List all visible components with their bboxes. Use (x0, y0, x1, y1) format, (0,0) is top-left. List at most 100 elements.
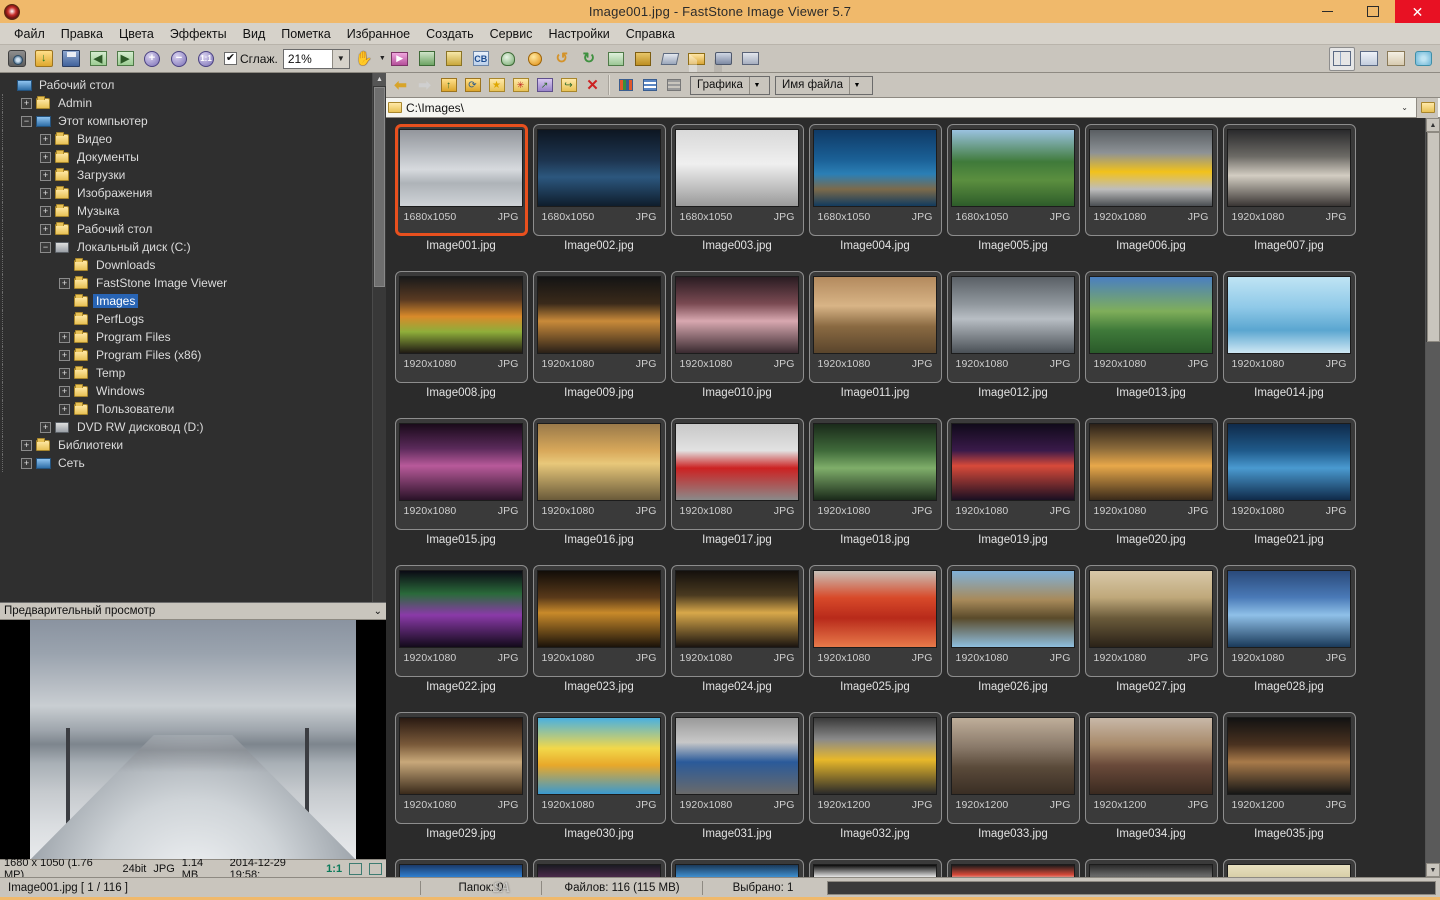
tree-expand-icon[interactable]: + (59, 367, 70, 379)
forward-button[interactable]: ➡ (413, 75, 436, 96)
thumbnail[interactable]: 1920x1080 JPG (946, 418, 1080, 530)
tree-node[interactable]: + DVD RW дисковод (D:) (2, 418, 372, 436)
thumbnail[interactable]: 1920x1200 JPG (808, 712, 942, 824)
smoothing-checkbox[interactable]: ✔ (224, 52, 237, 65)
thumbnail[interactable] (670, 859, 804, 877)
thumbnail[interactable]: 1920x1080 JPG (1222, 565, 1356, 677)
thumbnail-cell[interactable]: 1920x1080 JPG Image021.jpg (1220, 418, 1358, 565)
thumbnail[interactable]: 1920x1080 JPG (532, 712, 666, 824)
resize-canvas-button[interactable] (630, 47, 656, 71)
pan-hand-button[interactable]: ✋ (351, 47, 377, 71)
tree-node[interactable]: + Библиотеки (2, 436, 372, 454)
thumbnail[interactable]: 1920x1080 JPG (808, 418, 942, 530)
menu-help[interactable]: Справка (618, 25, 683, 43)
tree-node[interactable]: + Сеть (2, 454, 372, 472)
tree-expand-icon[interactable]: + (40, 169, 51, 181)
tree-collapse-icon[interactable]: − (40, 241, 51, 253)
tree-node[interactable]: + Windows (2, 382, 372, 400)
address-path[interactable]: C:\Images\ (406, 101, 1393, 115)
thumbnail[interactable]: 1920x1080 JPG (946, 271, 1080, 383)
tree-expand-icon[interactable]: + (59, 385, 70, 397)
tree-node[interactable]: + Temp (2, 364, 372, 382)
tree-node[interactable]: + Пользователи (2, 400, 372, 418)
tree-expand-icon[interactable]: + (59, 403, 70, 415)
thumbnail-cell-partial[interactable] (668, 859, 806, 877)
fit-to-window-icon[interactable] (349, 862, 363, 875)
thumbnail-cell-partial[interactable] (392, 859, 530, 877)
address-dropdown-caret[interactable]: ⌄ (1397, 103, 1412, 112)
thumbnail[interactable]: 1920x1080 JPG (670, 271, 804, 383)
tree-expand-icon[interactable]: + (59, 277, 70, 289)
tree-expand-icon[interactable]: + (59, 331, 70, 343)
tree-expand-icon[interactable]: + (59, 349, 70, 361)
thumbnail-cell[interactable]: 1920x1080 JPG Image012.jpg (944, 271, 1082, 418)
thumbnail-cell-partial[interactable] (806, 859, 944, 877)
menu-view[interactable]: Вид (235, 25, 274, 43)
tree-expand-icon[interactable]: + (40, 133, 51, 145)
thumbnail[interactable]: 1920x1080 JPG (1084, 418, 1218, 530)
thumbnail-cell[interactable]: 1920x1080 JPG Image017.jpg (668, 418, 806, 565)
thumbnail-cell[interactable]: 1920x1080 JPG Image015.jpg (392, 418, 530, 565)
thumbnail-cell[interactable]: 1920x1080 JPG Image019.jpg (944, 418, 1082, 565)
tree-node[interactable]: + Загрузки (2, 166, 372, 184)
thumbnail[interactable]: 1920x1080 JPG (808, 565, 942, 677)
thumbnail-cell[interactable]: 1920x1080 JPG Image008.jpg (392, 271, 530, 418)
preview-image-area[interactable] (0, 620, 386, 859)
tree-scrollbar[interactable]: ▲ (372, 73, 386, 602)
thumbnail-cell[interactable]: 1920x1080 JPG Image026.jpg (944, 565, 1082, 712)
thumbnail-cell[interactable]: 1920x1080 JPG Image020.jpg (1082, 418, 1220, 565)
thumbnail-scroll-down[interactable]: ▼ (1426, 863, 1440, 877)
thumbnail-view-button[interactable] (1329, 46, 1355, 71)
thumbnail[interactable] (946, 859, 1080, 877)
menu-favorites[interactable]: Избранное (339, 25, 418, 43)
thumbnail[interactable]: 1920x1080 JPG (394, 271, 528, 383)
sort-order-caret[interactable]: ▼ (848, 76, 864, 94)
thumbnail[interactable]: 1680x1050 JPG (946, 124, 1080, 236)
thumbnails-mode-button[interactable] (614, 75, 637, 96)
thumbnail-cell[interactable]: 1920x1080 JPG Image013.jpg (1082, 271, 1220, 418)
thumbnail-cell[interactable]: 1920x1200 JPG Image032.jpg (806, 712, 944, 859)
new-folder-button[interactable]: ✳ (509, 75, 532, 96)
tree-expand-icon[interactable]: + (21, 439, 32, 451)
thumbnail[interactable]: 1680x1050 JPG (532, 124, 666, 236)
thumbnail-cell[interactable]: 1920x1080 JPG Image031.jpg (668, 712, 806, 859)
thumbnail[interactable]: 1920x1080 JPG (1222, 124, 1356, 236)
thumbnail-cell[interactable]: 1920x1080 JPG Image016.jpg (530, 418, 668, 565)
up-level-button[interactable]: ↑ (437, 75, 460, 96)
tree-expand-icon[interactable]: + (40, 223, 51, 235)
zoom-in-button[interactable]: + (139, 47, 165, 71)
close-button[interactable]: ✕ (1395, 0, 1440, 23)
cut-button[interactable]: ↗ (533, 75, 556, 96)
thumbnail-cell[interactable]: 1920x1080 JPG Image006.jpg (1082, 124, 1220, 271)
menu-settings[interactable]: Настройки (540, 25, 617, 43)
file-filter-combo[interactable]: Графика ▼ (690, 75, 770, 95)
thumbnail[interactable]: 1920x1080 JPG (1222, 271, 1356, 383)
thumbnail-cell[interactable]: 1680x1050 JPG Image005.jpg (944, 124, 1082, 271)
thumbnail[interactable]: 1920x1080 JPG (670, 712, 804, 824)
tree-node[interactable]: − Локальный диск (C:) (2, 238, 372, 256)
thumbnail-scrollbar[interactable]: ▲ ▼ (1425, 118, 1440, 877)
paste-button[interactable]: ↪ (557, 75, 580, 96)
open-folder-button[interactable] (31, 47, 57, 71)
folder-tree[interactable]: Рабочий стол + Admin − Этот компьютер + Видео +… (0, 73, 372, 602)
preview-view-button[interactable] (1383, 47, 1409, 71)
thumbnail-cell-partial[interactable] (530, 859, 668, 877)
thumbnail-cell[interactable]: 1680x1050 JPG Image003.jpg (668, 124, 806, 271)
thumbnail-cell[interactable]: 1920x1080 JPG Image027.jpg (1082, 565, 1220, 712)
thumbnail[interactable]: 1680x1050 JPG (808, 124, 942, 236)
print-button[interactable] (711, 47, 737, 71)
tree-node[interactable]: + Изображения (2, 184, 372, 202)
tree-node[interactable]: + FastStone Image Viewer (2, 274, 372, 292)
zoom-out-button[interactable]: − (166, 47, 192, 71)
thumbnail[interactable]: 1920x1080 JPG (1222, 418, 1356, 530)
thumbnail[interactable] (394, 859, 528, 877)
thumbnail-cell-partial[interactable] (1220, 859, 1358, 877)
flip-mirror-button[interactable] (603, 47, 629, 71)
delete-button[interactable]: ✕ (581, 75, 604, 96)
thumbnail[interactable] (532, 859, 666, 877)
crop-board-button[interactable] (441, 47, 467, 71)
thumbnail-cell-partial[interactable] (944, 859, 1082, 877)
color-balance-button[interactable]: CB (468, 47, 494, 71)
thumbnail[interactable]: 1920x1080 JPG (532, 565, 666, 677)
tree-node[interactable]: Images (2, 292, 372, 310)
